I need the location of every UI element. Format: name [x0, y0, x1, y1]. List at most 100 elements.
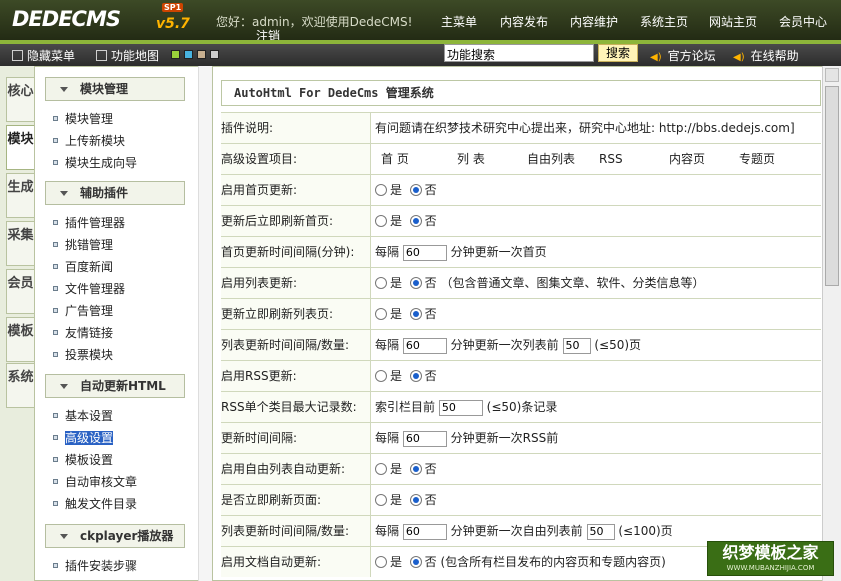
sidebar-item-trigger-dir[interactable]: 触发文件目录: [53, 495, 137, 512]
sidebar-item-friend-links[interactable]: 友情链接: [53, 324, 113, 341]
interval-input[interactable]: 60: [402, 430, 447, 447]
chevron-down-icon: [60, 384, 68, 389]
vtab-template[interactable]: 模板: [6, 317, 34, 362]
radio-no[interactable]: [409, 494, 422, 506]
skin-swatch-gray[interactable]: [210, 50, 219, 59]
nav-content-publish[interactable]: 内容发布: [500, 13, 548, 30]
sidebar-item-error-manage[interactable]: 挑错管理: [53, 236, 113, 253]
radio-yes[interactable]: [375, 463, 387, 475]
scroll-thumb[interactable]: [825, 86, 839, 286]
nav-main-menu[interactable]: 主菜单: [441, 13, 477, 30]
radio-no[interactable]: [409, 463, 422, 475]
vtab-system[interactable]: 系统: [6, 363, 34, 408]
function-map-button[interactable]: 功能地图: [96, 47, 159, 64]
col-content-page[interactable]: 内容页: [669, 144, 705, 174]
section-header-ckplayer[interactable]: ckplayer播放器: [45, 524, 185, 548]
sidebar-scrollbar[interactable]: [198, 66, 212, 581]
radio-yes[interactable]: [375, 494, 387, 506]
count-input[interactable]: 50: [562, 337, 591, 354]
sidebar-item-template-settings[interactable]: 模板设置: [53, 451, 113, 468]
col-topic-page[interactable]: 专题页: [739, 144, 775, 174]
bullet-icon: [53, 479, 58, 484]
table-row: 插件说明: 有问题请在织梦技术研究中心提出来，研究中心地址: http://bb…: [221, 112, 821, 143]
sidebar-item-advanced-settings[interactable]: 高级设置: [53, 429, 114, 446]
vtab-member[interactable]: 会员: [6, 269, 34, 314]
interval-input[interactable]: 60: [402, 523, 447, 540]
radio-no[interactable]: [409, 184, 422, 196]
interval-input[interactable]: 60: [402, 337, 447, 354]
section-header-aux-plugins[interactable]: 辅助插件: [45, 181, 185, 205]
sidebar-item-upload-module[interactable]: 上传新模块: [53, 132, 125, 149]
radio-yes-label: 是: [390, 369, 403, 383]
online-help-link[interactable]: ◀) 在线帮助: [733, 47, 799, 64]
bullet-icon: [53, 138, 58, 143]
section-header-auto-html[interactable]: 自动更新HTML: [45, 374, 185, 398]
count-input[interactable]: 50: [586, 523, 615, 540]
vtab-generate[interactable]: 生成: [6, 173, 34, 218]
bullet-icon: [53, 264, 58, 269]
bullet-icon: [53, 116, 58, 121]
function-search-input[interactable]: 功能搜索: [444, 44, 594, 62]
sidebar-item-label: 投票模块: [65, 348, 114, 362]
chevron-down-icon: [60, 87, 68, 92]
bullet-icon: [53, 501, 58, 506]
sidebar-item-label: 百度新闻: [65, 260, 114, 274]
function-map-label: 功能地图: [111, 49, 160, 63]
sidebar-item-auto-review[interactable]: 自动审核文章: [53, 473, 137, 490]
nav-system-home[interactable]: 系统主页: [640, 13, 688, 30]
row-label: 是否立即刷新页面:: [221, 485, 371, 515]
max-records-input[interactable]: 50: [438, 399, 483, 416]
sidebar-item-file-manager[interactable]: 文件管理器: [53, 280, 125, 297]
prefix-text: 每隔: [375, 245, 400, 259]
col-rss[interactable]: RSS: [599, 144, 623, 174]
content-scrollbar[interactable]: [822, 66, 841, 581]
row-value: 有问题请在织梦技术研究中心提出来，研究中心地址: http://bbs.dede…: [375, 121, 795, 135]
radio-yes[interactable]: [375, 308, 387, 320]
vtab-module[interactable]: 模块: [6, 125, 34, 170]
radio-no[interactable]: [409, 277, 422, 289]
radio-no[interactable]: [409, 308, 422, 320]
radio-no[interactable]: [409, 370, 422, 382]
nav-site-home[interactable]: 网站主页: [709, 13, 757, 30]
sidebar-item-ad-manage[interactable]: 广告管理: [53, 302, 113, 319]
row-value: 是 否 （包含普通文章、图集文章、软件、分类信息等）: [375, 268, 705, 298]
skin-swatch-green[interactable]: [171, 50, 180, 59]
sidebar-item-module-wizard[interactable]: 模块生成向导: [53, 154, 137, 171]
radio-yes[interactable]: [375, 370, 387, 382]
radio-yes[interactable]: [375, 556, 387, 568]
row-value: 每隔 60 分钟更新一次列表前 50 (≤50)页: [375, 330, 641, 360]
nav-content-maintain[interactable]: 内容维护: [570, 13, 618, 30]
col-free-list[interactable]: 自由列表: [527, 144, 575, 174]
table-row: 更新后立即刷新首页: 是 否: [221, 205, 821, 236]
scroll-up-arrow-icon[interactable]: [825, 68, 839, 82]
radio-yes[interactable]: [375, 184, 387, 196]
radio-no[interactable]: [409, 215, 422, 227]
suffix2-text: (≤50)页: [594, 338, 642, 352]
sidebar-item-install-steps[interactable]: 插件安装步骤: [53, 557, 137, 574]
radio-no[interactable]: [409, 556, 422, 568]
sidebar-item-label: 模块管理: [65, 112, 114, 126]
hide-menu-button[interactable]: 隐藏菜单: [12, 47, 75, 64]
vtab-core[interactable]: 核心: [6, 77, 34, 122]
sidebar-item-basic-settings[interactable]: 基本设置: [53, 407, 113, 424]
radio-yes[interactable]: [375, 277, 387, 289]
skin-swatch-tan[interactable]: [197, 50, 206, 59]
search-button[interactable]: 搜索: [598, 44, 638, 62]
nav-member-center[interactable]: 会员中心: [779, 13, 827, 30]
official-forum-link[interactable]: ◀) 官方论坛: [650, 47, 716, 64]
col-list[interactable]: 列 表: [457, 144, 485, 174]
sidebar-item-vote-module[interactable]: 投票模块: [53, 346, 114, 363]
skin-swatch-blue[interactable]: [184, 50, 193, 59]
vtab-collect[interactable]: 采集: [6, 221, 34, 266]
sidebar-item-plugin-manager[interactable]: 插件管理器: [53, 214, 125, 231]
radio-yes[interactable]: [375, 215, 387, 227]
section-header-module-manage[interactable]: 模块管理: [45, 77, 185, 101]
app-window: DEDECMS SP1 v5.7 您好：admin，欢迎使用DedeCMS! 注…: [0, 0, 841, 581]
radio-no-label: 否: [424, 214, 437, 228]
speaker-icon: ◀): [733, 52, 745, 63]
interval-input[interactable]: 60: [402, 244, 447, 261]
sidebar-item-baidu-news[interactable]: 百度新闻: [53, 258, 114, 275]
dedecms-logo[interactable]: DEDECMS: [12, 7, 121, 31]
col-home[interactable]: 首 页: [381, 144, 409, 174]
sidebar-item-module-manage[interactable]: 模块管理: [53, 110, 114, 127]
